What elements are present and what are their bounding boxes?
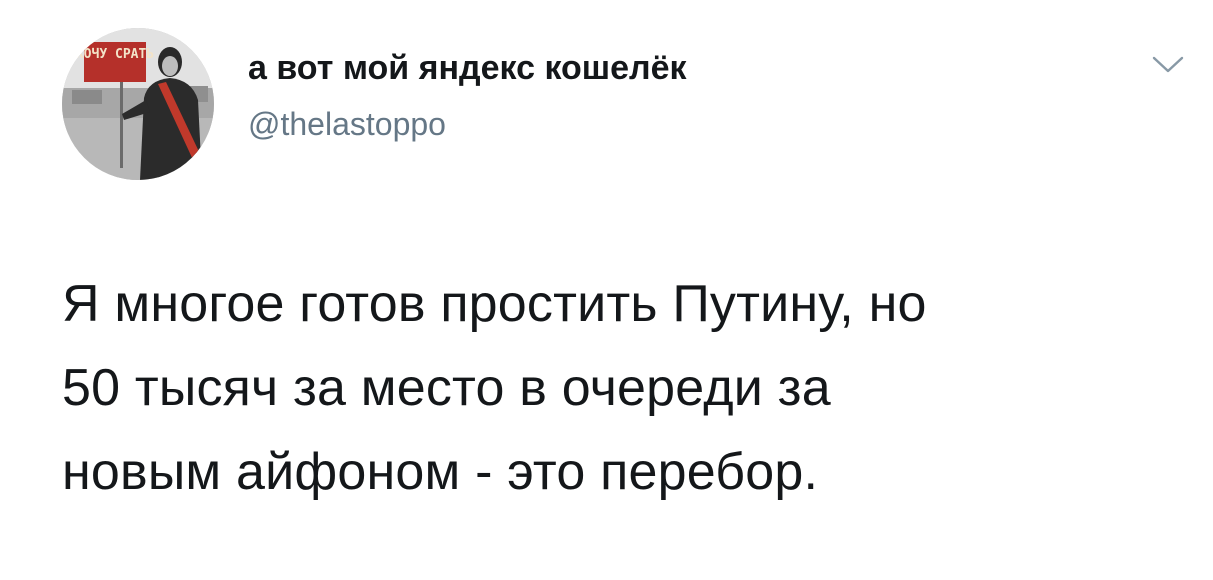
tweet-text: Я многое готов простить Путину, но 50 ты…	[62, 275, 927, 501]
author-display-name[interactable]: а вот мой яндекс кошелёк	[248, 48, 687, 88]
sign-line-1: ХОЧУ СРАТЬ	[76, 47, 154, 62]
chevron-down-icon[interactable]	[1150, 50, 1186, 78]
tweet-card: ХОЧУ СРАТЬ а вот мой яндекс кошелёк @the…	[0, 0, 1213, 580]
avatar[interactable]: ХОЧУ СРАТЬ	[62, 28, 214, 180]
avatar-photo: ХОЧУ СРАТЬ	[62, 28, 214, 180]
author-handle[interactable]: @thelastoppo	[248, 104, 446, 144]
